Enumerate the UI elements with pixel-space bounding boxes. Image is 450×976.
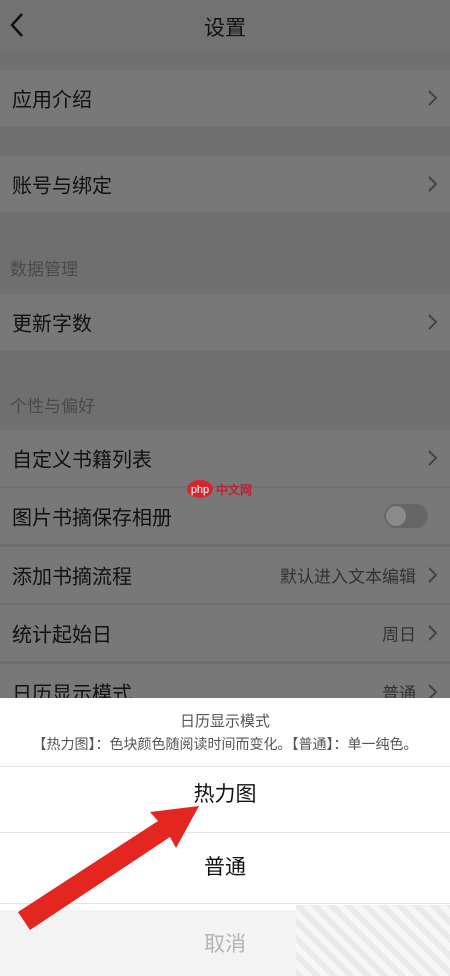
header: 设置 (0, 0, 450, 52)
pixelated-region (296, 905, 450, 976)
row-label: 添加书摘流程 (12, 564, 132, 589)
chevron-right-icon (428, 567, 438, 583)
save-album-toggle[interactable] (384, 504, 428, 528)
svg-text:php: php (191, 484, 209, 496)
row-app-intro[interactable]: 应用介绍 (0, 70, 450, 126)
chevron-right-icon (428, 176, 438, 192)
row-label: 统计起始日 (12, 622, 112, 647)
chevron-right-icon (428, 450, 438, 466)
row-label: 应用介绍 (12, 87, 92, 112)
row-start-day[interactable]: 统计起始日 周日 (0, 605, 450, 661)
chevron-right-icon (428, 314, 438, 330)
chevron-right-icon (428, 625, 438, 641)
sheet-description: 【热力图】：色块颜色随阅读时间而变化。【普通】：单一纯色。 (32, 737, 418, 753)
row-update-words[interactable]: 更新字数 (0, 294, 450, 350)
row-value: 周日 (382, 625, 416, 646)
row-add-flow[interactable]: 添加书摘流程 默认进入文本编辑 (0, 547, 450, 603)
row-label: 图片书摘保存相册 (12, 505, 172, 530)
page-title: 设置 (204, 16, 246, 40)
toggle-knob (386, 506, 406, 526)
watermark-text: 中文网 (216, 483, 253, 497)
row-value: 默认进入文本编辑 (280, 567, 416, 588)
sheet-title: 日历显示模式 (179, 712, 270, 730)
row-label: 自定义书籍列表 (12, 447, 152, 472)
section-label-personal: 个性与偏好 (10, 397, 95, 417)
row-label: 更新字数 (12, 311, 92, 336)
row-account[interactable]: 账号与绑定 (0, 156, 450, 212)
section-label-data-mgmt: 数据管理 (10, 260, 78, 280)
row-label: 账号与绑定 (12, 173, 112, 198)
red-arrow-icon (18, 806, 199, 930)
chevron-right-icon (428, 90, 438, 106)
